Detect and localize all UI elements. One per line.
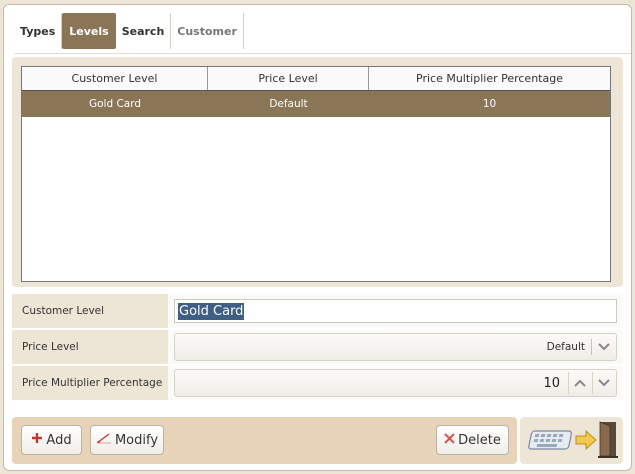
price-level-row: Price Level Default xyxy=(12,330,623,364)
price-level-select[interactable]: Default xyxy=(174,333,617,361)
tab-label: Customer xyxy=(177,24,237,38)
chevron-down-icon[interactable] xyxy=(592,336,616,358)
delete-label: Delete xyxy=(458,432,501,448)
column-header-price-level[interactable]: Price Level xyxy=(208,67,369,90)
exit-panel xyxy=(520,417,623,464)
keyboard-exit-icon[interactable] xyxy=(524,419,620,462)
tab-divider xyxy=(14,53,631,54)
delete-button[interactable]: Delete xyxy=(436,425,509,455)
tab-label: Search xyxy=(121,24,165,38)
cell-multiplier: 10 xyxy=(482,98,497,110)
grid-header: Customer Level Price Level Price Multipl… xyxy=(22,67,610,91)
customer-level-label: Customer Level xyxy=(12,294,168,328)
add-button[interactable]: Add xyxy=(21,425,82,455)
pencil-icon xyxy=(96,432,112,448)
tab-levels[interactable]: Levels xyxy=(62,13,116,49)
multiplier-label: Price Multiplier Percentage xyxy=(12,366,168,400)
modify-button[interactable]: Modify xyxy=(90,425,164,455)
multiplier-row: Price Multiplier Percentage 10 xyxy=(12,366,623,400)
price-level-value: Default xyxy=(546,341,585,353)
cell-price-level: Default xyxy=(269,98,308,110)
level-form: Customer Level Gold Card Price Level Def… xyxy=(12,294,623,402)
tab-types[interactable]: Types xyxy=(14,13,63,49)
price-level-label: Price Level xyxy=(12,330,168,364)
modify-label: Modify xyxy=(114,432,159,448)
column-header-customer-level[interactable]: Customer Level xyxy=(22,67,208,90)
customer-level-input[interactable]: Gold Card xyxy=(174,299,617,323)
x-icon xyxy=(444,432,455,448)
chevron-up-icon[interactable] xyxy=(568,372,590,394)
plus-icon xyxy=(31,432,43,448)
multiplier-value: 10 xyxy=(543,375,560,391)
levels-grid[interactable]: Customer Level Price Level Price Multipl… xyxy=(21,66,611,282)
customer-level-row: Customer Level Gold Card xyxy=(12,294,623,328)
tab-customer[interactable]: Customer xyxy=(171,13,244,49)
levels-grid-panel: Customer Level Price Level Price Multipl… xyxy=(12,57,623,287)
tab-label: Types xyxy=(20,24,56,38)
customer-level-value: Gold Card xyxy=(178,302,245,320)
action-toolbar: Add Modify Delete xyxy=(12,417,517,464)
table-row[interactable]: Gold Card Default 10 xyxy=(22,91,610,117)
tab-label: Levels xyxy=(69,24,109,38)
chevron-down-icon[interactable] xyxy=(592,372,614,394)
column-header-multiplier[interactable]: Price Multiplier Percentage xyxy=(369,67,610,90)
tab-search[interactable]: Search xyxy=(116,13,172,49)
tab-bar: Types Levels Search Customer xyxy=(14,13,244,49)
add-label: Add xyxy=(46,432,72,448)
multiplier-stepper[interactable]: 10 xyxy=(174,369,617,397)
cell-customer-level: Gold Card xyxy=(88,98,142,110)
